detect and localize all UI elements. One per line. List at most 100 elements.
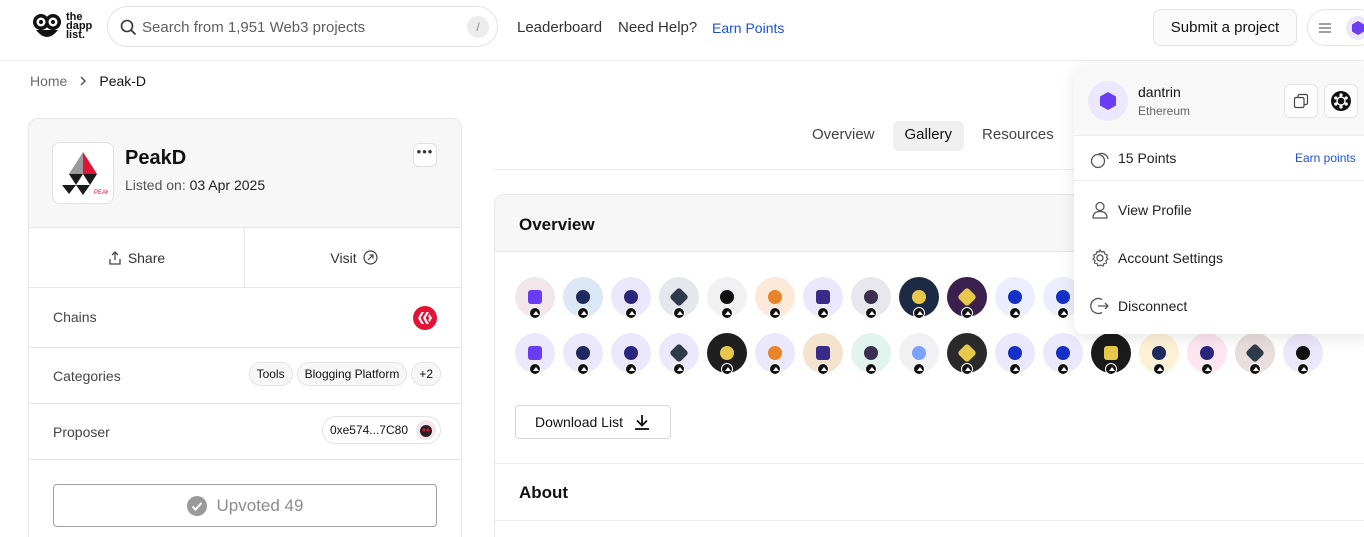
upvoter-avatar[interactable] <box>659 333 699 375</box>
upvoter-avatar[interactable] <box>755 333 795 375</box>
upvoter-avatar[interactable] <box>611 333 651 375</box>
hive-chain-icon[interactable] <box>413 306 437 330</box>
points-row: 15 Points Earn points <box>1074 136 1364 181</box>
menu-item-account-settings[interactable]: Account Settings <box>1074 238 1364 278</box>
upvote-badge-icon <box>625 363 637 375</box>
chains-label: Chains <box>53 309 97 325</box>
avatar-glyph-icon <box>669 343 689 363</box>
site-logo[interactable]: the dapp list. <box>32 10 106 42</box>
download-list-button[interactable]: Download List <box>515 405 671 439</box>
upvoter-avatar[interactable] <box>1187 333 1227 375</box>
upvote-badge-icon <box>913 307 925 319</box>
account-dropdown: dantrin Ethereum 15 Points Earn points V… <box>1074 66 1364 334</box>
nav-earn-points[interactable]: Earn Points <box>712 20 784 36</box>
download-icon <box>634 415 649 430</box>
upvote-badge-icon <box>769 307 781 319</box>
upvoter-avatar[interactable] <box>659 277 699 319</box>
upvoter-avatar[interactable] <box>1139 333 1179 375</box>
category-tag[interactable]: Blogging Platform <box>296 362 408 386</box>
menu-item-view-profile[interactable]: View Profile <box>1074 190 1364 230</box>
upvoter-avatar[interactable] <box>515 333 555 375</box>
upvote-badge-icon <box>1249 363 1261 375</box>
search-bar[interactable]: / <box>107 6 498 47</box>
project-card-header: PEAKD PeakD Listed on: 03 Apr 2025 ••• <box>29 119 461 228</box>
avatar-glyph-icon <box>528 290 542 304</box>
breadcrumb-current: Peak-D <box>99 73 147 89</box>
tab-resources[interactable]: Resources <box>970 121 1066 151</box>
upvoter-avatar[interactable] <box>899 277 939 319</box>
view-profile-label: View Profile <box>1118 202 1192 218</box>
upvoter-avatar[interactable] <box>515 277 555 319</box>
upvote-badge-icon <box>1153 363 1165 375</box>
proposer-address: 0xe574...7C80 <box>329 423 408 437</box>
share-visit-row: Share Visit <box>29 228 461 288</box>
avatar-glyph-icon <box>765 343 785 363</box>
upvoter-avatar[interactable] <box>851 277 891 319</box>
chain-switch-button[interactable] <box>1324 84 1358 118</box>
chains-row: Chains <box>29 288 461 348</box>
avatar-glyph-icon <box>1104 346 1118 360</box>
avatar-glyph-icon <box>624 346 638 360</box>
avatar-glyph-icon <box>669 287 689 307</box>
upvoter-avatar[interactable] <box>563 277 603 319</box>
tab-overview[interactable]: Overview <box>800 121 887 151</box>
account-menu-button[interactable] <box>1307 9 1364 46</box>
menu-item-disconnect[interactable]: Disconnect <box>1074 286 1364 326</box>
proposer-chip[interactable]: 0xe574...7C80 <box>321 416 441 444</box>
share-button[interactable]: Share <box>29 228 245 287</box>
upvoter-avatar[interactable] <box>803 333 843 375</box>
avatar-glyph-icon <box>957 343 977 363</box>
upvoter-avatar[interactable] <box>1091 333 1131 375</box>
avatar-glyph-icon <box>1053 343 1073 363</box>
upvoter-avatar[interactable] <box>707 277 747 319</box>
upvoter-avatar[interactable] <box>1283 333 1323 375</box>
upvote-badge-icon <box>961 363 973 375</box>
upvote-badge-icon <box>577 307 589 319</box>
more-options-button[interactable]: ••• <box>413 143 437 167</box>
avatar-glyph-icon <box>1245 343 1265 363</box>
breadcrumb-home[interactable]: Home <box>30 73 67 89</box>
overview-title: Overview <box>519 215 595 234</box>
tab-gallery[interactable]: Gallery <box>892 121 965 151</box>
nav-leaderboard[interactable]: Leaderboard <box>517 19 602 36</box>
earn-points-link[interactable]: Earn points <box>1295 151 1356 165</box>
avatar-glyph-icon <box>1149 343 1169 363</box>
upvoter-avatar[interactable] <box>995 277 1035 319</box>
upvoter-avatar[interactable] <box>899 333 939 375</box>
upvoter-avatar[interactable] <box>947 277 987 319</box>
category-more-tag[interactable]: +2 <box>411 362 441 386</box>
search-input[interactable] <box>142 15 442 39</box>
user-avatar <box>1088 81 1128 121</box>
submit-project-button[interactable]: Submit a project <box>1153 9 1297 46</box>
upvote-label: Upvoted 49 <box>216 495 304 515</box>
username: dantrin <box>1138 84 1181 100</box>
category-tag[interactable]: Tools <box>248 362 293 386</box>
upvoter-avatar[interactable] <box>611 277 651 319</box>
user-icon <box>1092 201 1108 219</box>
project-card: PEAKD PeakD Listed on: 03 Apr 2025 ••• S… <box>28 118 462 537</box>
upvoter-avatar[interactable] <box>707 333 747 375</box>
visit-button[interactable]: Visit <box>245 228 461 287</box>
upvote-badge-icon <box>769 363 781 375</box>
upvoter-avatar[interactable] <box>851 333 891 375</box>
breadcrumb: Home Peak-D <box>30 73 146 89</box>
upvoter-avatar[interactable] <box>1043 333 1083 375</box>
upvoter-avatar[interactable] <box>995 333 1035 375</box>
gear-icon <box>1092 248 1109 267</box>
hexagon-avatar-icon <box>1346 16 1364 40</box>
upvote-button[interactable]: Upvoted 49 <box>53 484 437 527</box>
nav-need-help[interactable]: Need Help? <box>618 19 697 36</box>
upvote-badge-icon <box>817 363 829 375</box>
download-label: Download List <box>535 414 623 430</box>
search-icon <box>120 19 137 36</box>
upvoter-avatar[interactable] <box>1235 333 1275 375</box>
upvote-badge-icon <box>721 363 733 375</box>
share-icon <box>109 250 121 265</box>
upvoter-avatar[interactable] <box>947 333 987 375</box>
proposer-row: Proposer 0xe574...7C80 <box>29 404 461 460</box>
upvoter-avatar[interactable] <box>803 277 843 319</box>
upvoter-avatar[interactable] <box>755 277 795 319</box>
visit-label: Visit <box>330 249 357 266</box>
upvoter-avatar[interactable] <box>563 333 603 375</box>
copy-address-button[interactable] <box>1284 84 1318 118</box>
